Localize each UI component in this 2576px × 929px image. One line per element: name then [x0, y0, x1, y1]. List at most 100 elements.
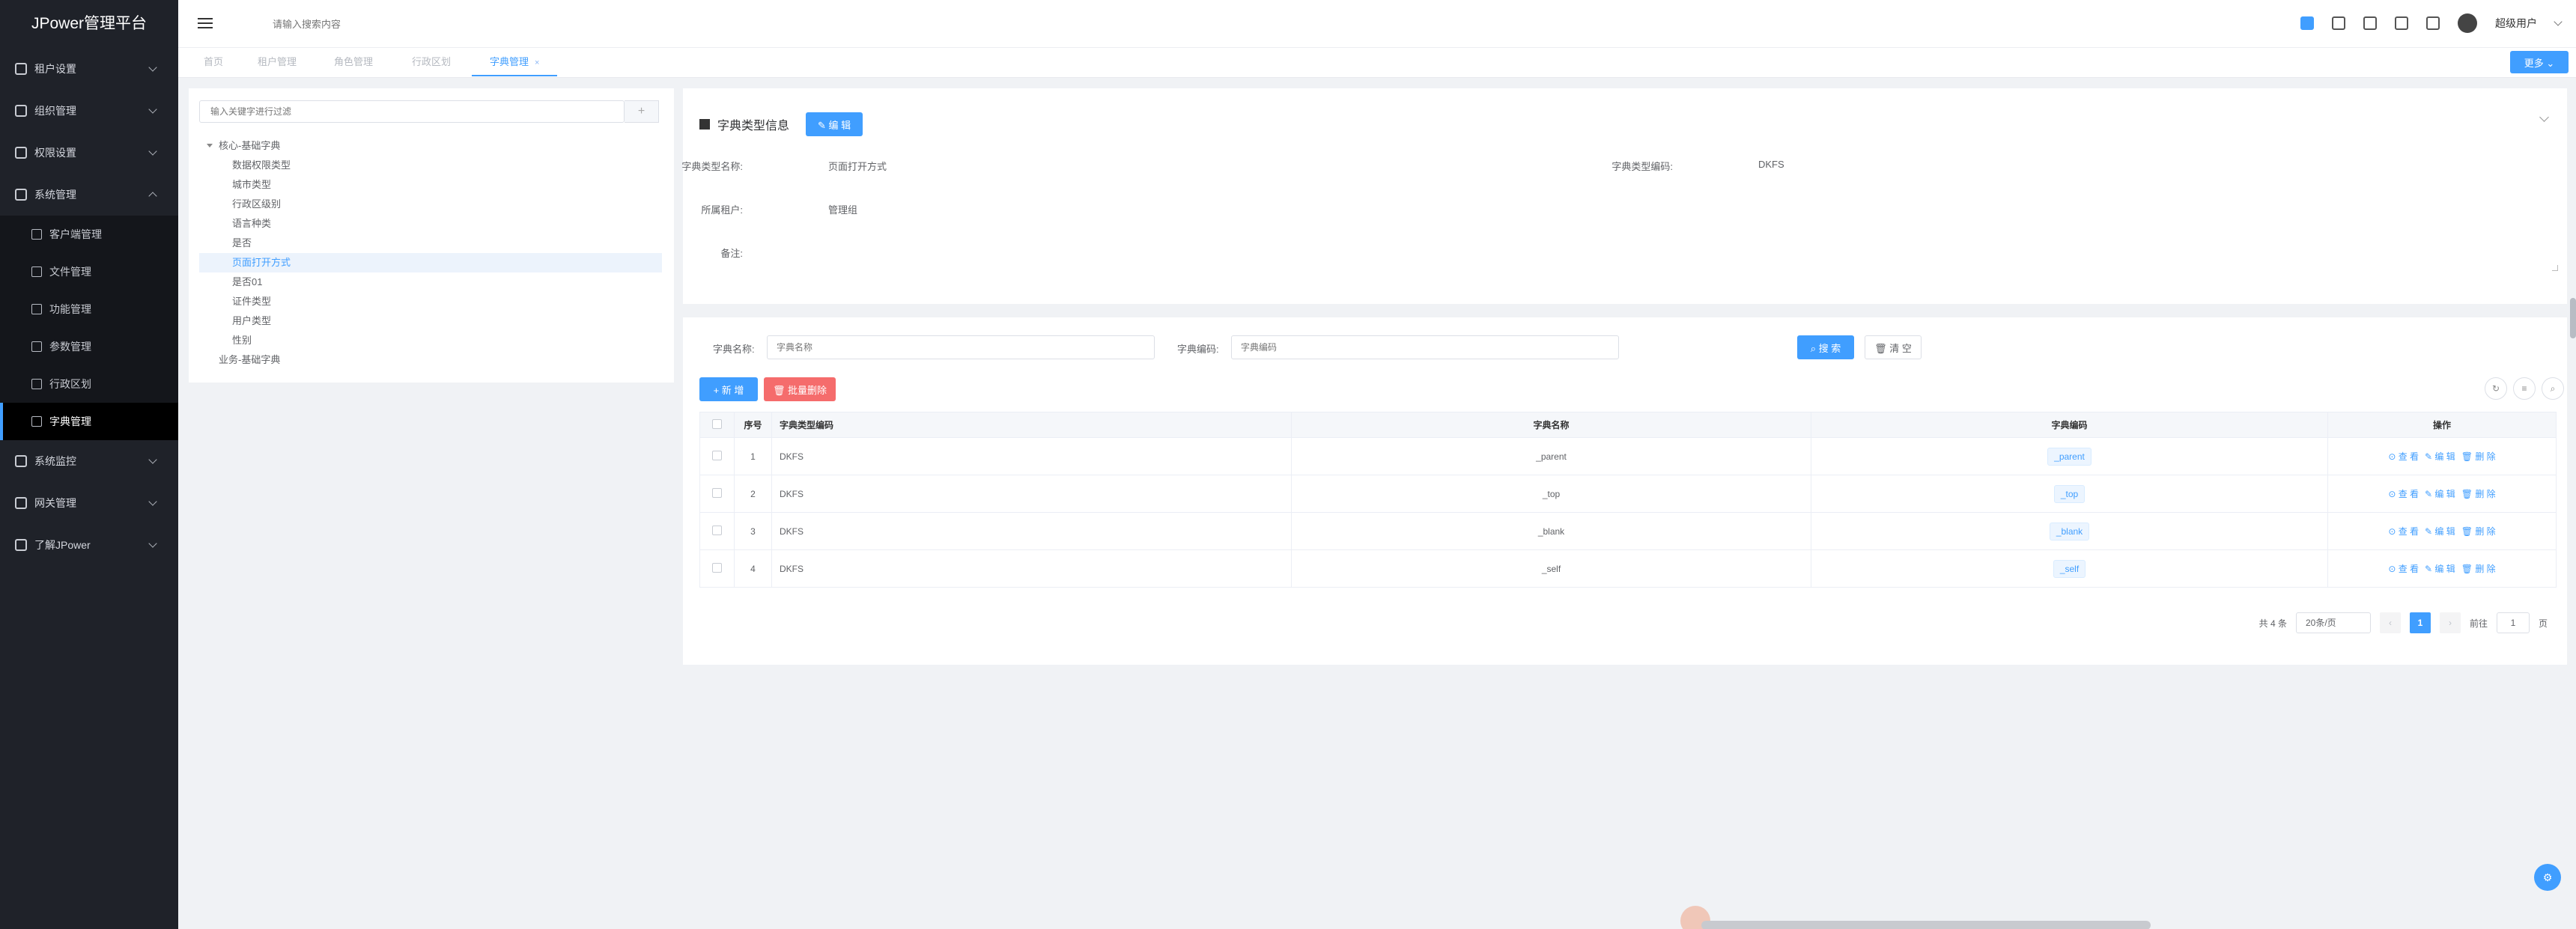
row-checkbox[interactable] — [712, 450, 722, 460]
reset-button[interactable]: 🗑 清 空 — [1865, 335, 1922, 359]
language-icon[interactable] — [2395, 16, 2408, 30]
table-row: 1 DKFS _parent _parent ⊙ 查 看 ✎ 编 辑 🗑 删 除 — [699, 437, 2557, 475]
edit-button[interactable]: ✎ 编 辑 — [806, 112, 863, 136]
sidebar-item-file[interactable]: 文件管理 — [0, 253, 178, 290]
chevron-down-icon[interactable] — [2554, 17, 2563, 26]
header-tools: 超级用户 — [2300, 13, 2563, 33]
row-index: 1 — [734, 437, 772, 475]
sidebar-item-region[interactable]: 行政区划 — [0, 365, 178, 403]
edit-link[interactable]: ✎ 编 辑 — [2425, 526, 2455, 537]
tab-home[interactable]: 首页 — [204, 48, 223, 76]
sidebar-item-monitor[interactable]: 系统监控 — [0, 440, 178, 482]
caret-down-icon[interactable] — [207, 144, 213, 147]
tree-filter-input[interactable] — [199, 100, 625, 123]
row-checkbox[interactable] — [712, 487, 722, 498]
sidebar-item-client[interactable]: 客户端管理 — [0, 216, 178, 253]
sidebar-item-about[interactable]: 了解JPower — [0, 524, 178, 566]
view-link[interactable]: ⊙ 查 看 — [2388, 564, 2419, 574]
next-page-icon[interactable]: › — [2439, 612, 2461, 633]
tree-node[interactable]: 性别 — [199, 331, 662, 350]
tree-node[interactable]: 用户类型 — [199, 311, 662, 331]
sidebar-item-dict[interactable]: 字典管理 — [0, 403, 178, 440]
query-name-input[interactable] — [767, 335, 1155, 359]
prev-page-icon[interactable]: ‹ — [2379, 612, 2401, 633]
tree-node[interactable]: 语言种类 — [199, 214, 662, 234]
row-ops: ⊙ 查 看 ✎ 编 辑 🗑 删 除 — [2327, 549, 2557, 588]
goto-page-input[interactable] — [2496, 612, 2530, 633]
theme-icon[interactable] — [2300, 16, 2314, 30]
avatar[interactable] — [2458, 13, 2477, 33]
location-icon — [31, 379, 42, 389]
row-checkbox[interactable] — [712, 562, 722, 573]
sidebar-item-param[interactable]: 参数管理 — [0, 328, 178, 365]
tab-bar: 首页 租户管理 角色管理 行政区划 字典管理 × 更多 ⌄ — [178, 48, 2576, 78]
sidebar-item-system[interactable]: 系统管理 — [0, 174, 178, 216]
tab-tenant[interactable]: 租户管理 — [258, 48, 297, 76]
delete-link[interactable]: 🗑 删 除 — [2461, 451, 2496, 462]
global-search-input[interactable] — [273, 15, 497, 33]
edit-link[interactable]: ✎ 编 辑 — [2425, 489, 2455, 499]
edit-link[interactable]: ✎ 编 辑 — [2425, 451, 2455, 462]
delete-link[interactable]: 🗑 删 除 — [2461, 564, 2496, 574]
view-link[interactable]: ⊙ 查 看 — [2388, 489, 2419, 499]
sidebar-item-label: 权限设置 — [34, 147, 76, 159]
remark-label: 备注: — [720, 248, 743, 259]
close-icon[interactable]: × — [535, 58, 539, 67]
page-number-current[interactable]: 1 — [2409, 612, 2431, 633]
sidebar-item-org[interactable]: 组织管理 — [0, 90, 178, 132]
user-name[interactable]: 超级用户 — [2495, 16, 2537, 31]
view-link[interactable]: ⊙ 查 看 — [2388, 451, 2419, 462]
sidebar-item-label: 系统监控 — [34, 455, 76, 467]
tab-region[interactable]: 行政区划 — [412, 48, 451, 76]
select-all-cell — [699, 412, 735, 438]
settings-float-icon[interactable]: ⚙ — [2534, 864, 2561, 891]
columns-icon[interactable]: ≡ — [2513, 377, 2536, 400]
page-size-select[interactable]: 20条/页 — [2295, 612, 2371, 633]
tab-dict[interactable]: 字典管理 × — [472, 48, 558, 76]
goto-label: 前往 — [2469, 618, 2488, 629]
tree-node[interactable]: 业务-基础字典 — [199, 350, 662, 370]
sidebar-item-label: 参数管理 — [49, 341, 91, 353]
row-select-cell — [699, 437, 735, 475]
search-toggle-icon[interactable]: ⌕ — [2542, 377, 2564, 400]
tshirt-icon[interactable] — [2363, 16, 2377, 30]
add-button[interactable]: + 新 增 — [699, 377, 758, 401]
tree-node[interactable]: 是否01 — [199, 272, 662, 292]
menu-toggle-icon[interactable] — [198, 18, 213, 28]
edit-link[interactable]: ✎ 编 辑 — [2425, 564, 2455, 574]
refresh-icon[interactable]: ↻ — [2485, 377, 2507, 400]
chevron-down-icon — [148, 147, 157, 156]
row-type-code: DKFS — [771, 512, 1292, 550]
gear-icon — [15, 189, 27, 201]
sidebar-item-gateway[interactable]: 网关管理 — [0, 482, 178, 524]
column-header: 字典名称 — [1291, 412, 1811, 438]
tree-node[interactable]: 证件类型 — [199, 292, 662, 311]
sidebar-item-function[interactable]: 功能管理 — [0, 290, 178, 328]
row-select-cell — [699, 549, 735, 588]
function-icon — [31, 304, 42, 314]
sidebar-item-permission[interactable]: 权限设置 — [0, 132, 178, 174]
query-code-input[interactable] — [1231, 335, 1619, 359]
page-scrollbar[interactable] — [2570, 298, 2576, 338]
fullscreen-icon[interactable] — [2426, 16, 2440, 30]
tree-node[interactable]: 城市类型 — [199, 175, 662, 195]
select-all-checkbox[interactable] — [712, 418, 722, 429]
org-icon — [15, 105, 27, 117]
more-button[interactable]: 更多 ⌄ — [2510, 51, 2569, 73]
column-header: 序号 — [734, 412, 772, 438]
bottom-scroll-bar[interactable] — [1701, 921, 2151, 929]
search-button[interactable]: ⌕ 搜 索 — [1797, 335, 1854, 359]
tab-role[interactable]: 角色管理 — [334, 48, 373, 76]
add-dict-type-button[interactable]: + — [625, 100, 659, 123]
sidebar-item-tenant[interactable]: 租户设置 — [0, 48, 178, 90]
chevron-down-icon[interactable] — [2539, 112, 2549, 122]
view-link[interactable]: ⊙ 查 看 — [2388, 526, 2419, 537]
tree-node[interactable]: 核心-基础字典 — [199, 136, 662, 156]
delete-link[interactable]: 🗑 删 除 — [2461, 489, 2496, 499]
row-checkbox[interactable] — [712, 525, 722, 535]
batch-delete-button[interactable]: 🗑 批量删除 — [764, 377, 836, 401]
lock-icon[interactable] — [2332, 16, 2345, 30]
resize-handle[interactable] — [2552, 265, 2558, 271]
delete-link[interactable]: 🗑 删 除 — [2461, 526, 2496, 537]
table-header-row: 序号 字典类型编码 字典名称 字典编码 操作 — [699, 412, 2557, 438]
